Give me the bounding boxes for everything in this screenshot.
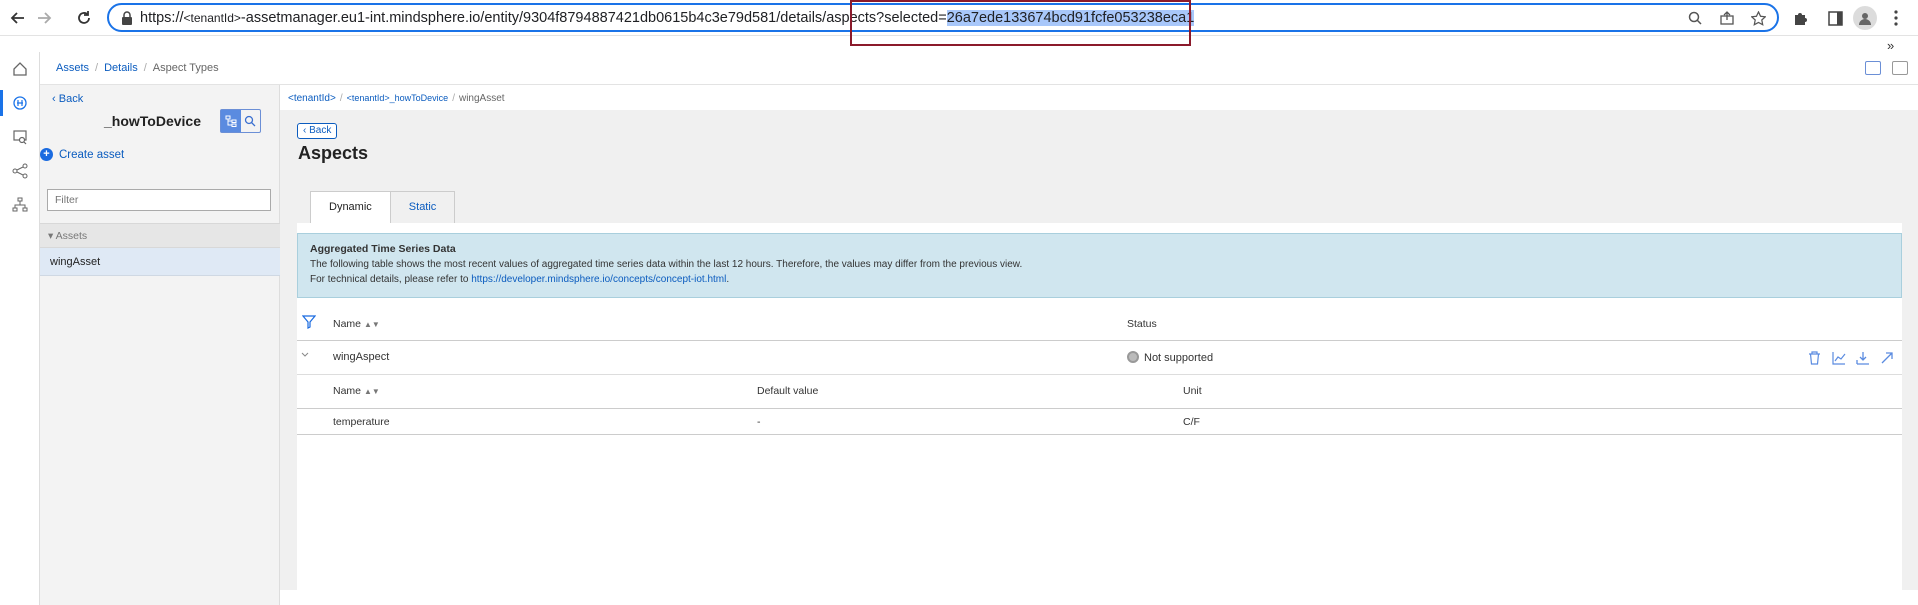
browser-toolbar: https://<tenantId>-assetmanager.eu1-int.… [0, 0, 1918, 46]
info-line2: For technical details, please refer to h… [310, 274, 730, 285]
info-link[interactable]: https://developer.mindsphere.io/concepts… [471, 274, 726, 285]
download-icon[interactable] [1855, 350, 1870, 365]
assets-group-header[interactable]: ▾ Assets [40, 223, 280, 248]
crumb-assets[interactable]: Assets [56, 62, 89, 74]
rail-hierarchy[interactable] [0, 188, 40, 222]
rail-search[interactable] [0, 120, 40, 154]
crumb-wingasset: wingAsset [458, 93, 505, 104]
page-title: Aspects [298, 143, 369, 163]
sort-icon: ▲▼ [363, 320, 380, 329]
main-content: <tenantId> / <tenantId>_howToDevice / wingAs… [280, 85, 1918, 605]
bookmarks-overflow-chevron[interactable]: » [1887, 38, 1894, 53]
variable-name: temperature [333, 416, 390, 428]
back-button[interactable]: ‹ Back [297, 123, 338, 139]
network-share-icon [12, 163, 28, 179]
app-rail [0, 52, 40, 605]
info-title: Aggregated Time Series Data [310, 243, 456, 255]
status-dot-icon [1127, 351, 1139, 363]
tab-dynamic[interactable]: Dynamic [310, 191, 391, 223]
extensions-puzzle-icon[interactable] [1790, 7, 1812, 29]
aspects-table-header: Name ▲▼ Status [297, 305, 1902, 341]
status-badge: Not supported [1127, 351, 1213, 364]
home-icon [13, 62, 27, 76]
share-icon[interactable] [1718, 9, 1736, 27]
search-view-icon[interactable] [241, 110, 261, 132]
variable-default: - [757, 416, 761, 428]
list-item-wingasset[interactable]: wingAsset [40, 248, 280, 276]
column-header-status[interactable]: Status [1127, 318, 1157, 330]
column-header-unit[interactable]: Unit [1183, 385, 1202, 397]
bookmark-star-icon[interactable] [1749, 9, 1767, 27]
back-arrow-icon[interactable] [6, 6, 30, 30]
info-line1: The following table shows the most recen… [310, 259, 1023, 270]
rail-share[interactable] [0, 154, 40, 188]
asset-panel: ‹ Back _howToDevice + Create asset ▾ Ass… [40, 85, 280, 605]
filter-input[interactable] [47, 189, 271, 211]
view-toggle [220, 109, 261, 133]
plus-circle-icon: + [40, 148, 53, 161]
crumb-aspect-types: Aspect Types [152, 62, 219, 74]
open-external-icon[interactable] [1879, 350, 1894, 365]
kebab-menu-icon[interactable] [1885, 7, 1907, 29]
variables-table-header: Name ▲▼ Default value Unit [297, 375, 1902, 409]
table-row[interactable]: wingAspect Not supported [297, 341, 1902, 375]
profile-avatar-icon[interactable] [1853, 6, 1877, 30]
search-list-icon [13, 130, 27, 145]
hierarchy-icon [12, 197, 28, 212]
forward-arrow-icon[interactable] [32, 6, 56, 30]
reload-icon[interactable] [72, 6, 96, 30]
aspect-tabs: Dynamic Static [310, 191, 456, 223]
rail-home[interactable] [0, 52, 40, 86]
tab-static[interactable]: Static [390, 191, 456, 223]
breadcrumb: Assets / Details / Aspect Types [56, 62, 219, 74]
column-header-default-value[interactable]: Default value [757, 385, 818, 397]
side-panel-icon[interactable] [1824, 7, 1846, 29]
crumb-details[interactable]: Details [104, 62, 138, 74]
asset-icon [13, 96, 27, 110]
chevron-down-icon[interactable] [300, 350, 310, 363]
panel-title: _howToDevice [104, 113, 201, 129]
lock-icon [122, 11, 132, 25]
left-panel-toggle-icon[interactable] [1865, 61, 1881, 75]
crumb-tenant[interactable]: <tenantId> [288, 93, 336, 104]
zoom-icon[interactable] [1686, 9, 1704, 27]
info-banner: Aggregated Time Series Data The followin… [297, 233, 1902, 298]
right-panel-toggle-icon[interactable] [1892, 61, 1908, 75]
column-header-name[interactable]: Name ▲▼ [333, 318, 380, 330]
chart-icon[interactable] [1831, 350, 1846, 365]
tab-content: Aggregated Time Series Data The followin… [297, 223, 1902, 590]
asset-breadcrumb: <tenantId> / <tenantId>_howToDevice / wingAs… [288, 93, 505, 104]
variable-unit: C/F [1183, 416, 1200, 428]
delete-icon[interactable] [1807, 350, 1822, 365]
row-actions [1807, 350, 1894, 365]
table-row: temperature - C/F [297, 409, 1902, 435]
sort-icon: ▲▼ [363, 387, 380, 396]
column-header-variable-name[interactable]: Name ▲▼ [333, 385, 380, 397]
tree-view-icon[interactable] [221, 110, 241, 132]
create-asset-button[interactable]: + Create asset [40, 148, 124, 161]
filter-funnel-icon[interactable] [301, 315, 317, 332]
url-highlight-box [850, 0, 1191, 46]
app-header: Assets / Details / Aspect Types [40, 52, 1918, 85]
aspects-area: ‹ Back Aspects Dynamic Static Aggregated… [280, 110, 1918, 590]
crumb-howtodevice[interactable]: <tenantId>_howToDevice [347, 93, 449, 103]
panel-back-link[interactable]: ‹ Back [52, 93, 83, 105]
rail-assets[interactable] [0, 86, 40, 120]
aspect-name: wingAspect [333, 351, 390, 363]
